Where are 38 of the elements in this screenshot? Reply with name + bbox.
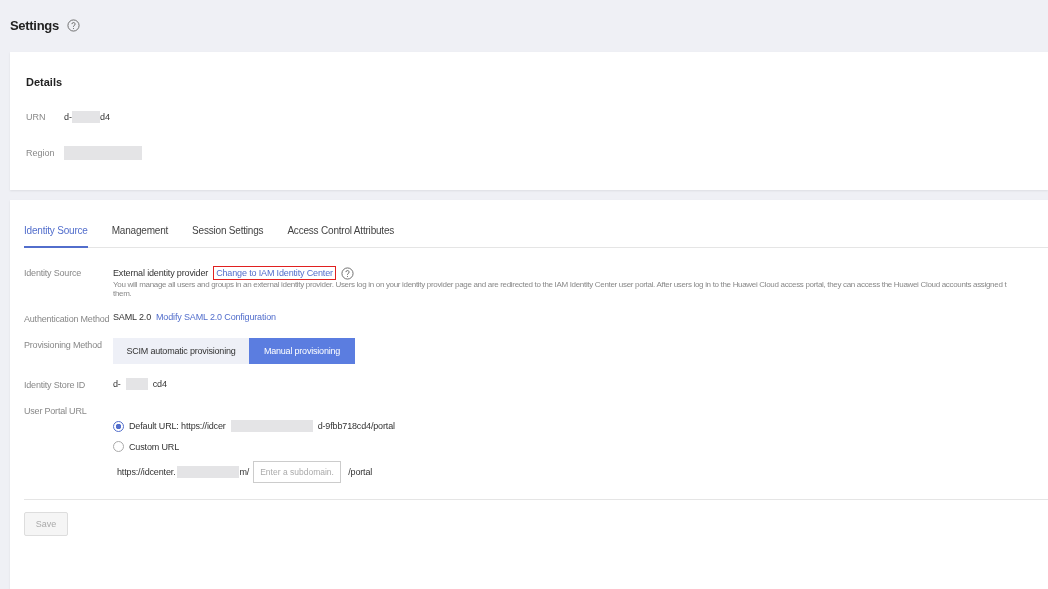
url-prefix: https://idcenter.: [117, 467, 176, 477]
radio-label: Custom URL: [129, 441, 179, 452]
url-suffix: /portal: [348, 467, 373, 477]
field-label: Identity Source: [24, 267, 83, 278]
details-title: Details: [26, 76, 64, 88]
field-value: SAML 2.0: [113, 312, 151, 322]
help-icon[interactable]: [66, 18, 80, 32]
url-prefix: m/: [239, 467, 250, 477]
field-label: URN: [26, 112, 47, 122]
tab[interactable]: Session Settings: [192, 222, 264, 248]
field-value: d4: [100, 112, 111, 122]
radio-label: Default URL: https://idcer: [129, 421, 226, 431]
field-value: d-: [113, 379, 121, 389]
radio-label: d-9fbb718cd4/portal: [317, 421, 395, 431]
subdomain-input[interactable]: Enter a subdomain.: [253, 461, 342, 483]
field-label: Provisioning Method: [24, 339, 103, 350]
help-icon[interactable]: [340, 266, 354, 280]
radio-button[interactable]: [113, 420, 124, 432]
field-label: Identity Store ID: [24, 379, 87, 390]
tab[interactable]: Access Control Attributes: [287, 222, 395, 248]
segment-button[interactable]: SCIM automatic provisioning: [113, 338, 249, 364]
field-label: Authentication Method: [24, 313, 111, 324]
tab[interactable]: Management: [111, 222, 169, 248]
page-title: Settings: [10, 17, 59, 33]
field-value: External identity provider: [113, 268, 209, 278]
tab[interactable]: Identity Source: [24, 222, 88, 248]
redaction-block: [125, 378, 148, 390]
field-value: d-: [64, 112, 72, 122]
field-label: User Portal URL: [24, 405, 88, 416]
description-text: them.: [113, 289, 133, 298]
change-link[interactable]: Change to IAM Identity Center: [213, 266, 336, 280]
modify-link[interactable]: Modify SAML 2.0 Configuration: [156, 312, 276, 322]
field-value: cd4: [152, 379, 167, 389]
redaction-block: [176, 466, 239, 478]
segment-button[interactable]: Manual provisioning: [249, 338, 355, 364]
redaction-block: [72, 111, 100, 123]
field-label: Region: [26, 148, 56, 158]
description-text: You will manage all users and groups in an external identity provider. Users log in on your identity provider page and are redirected to the IAM Identity Center user portal. After users log in to the Huawei Cloud access portal, they can access the Huawei Cloud accounts assigned t: [113, 280, 1007, 289]
